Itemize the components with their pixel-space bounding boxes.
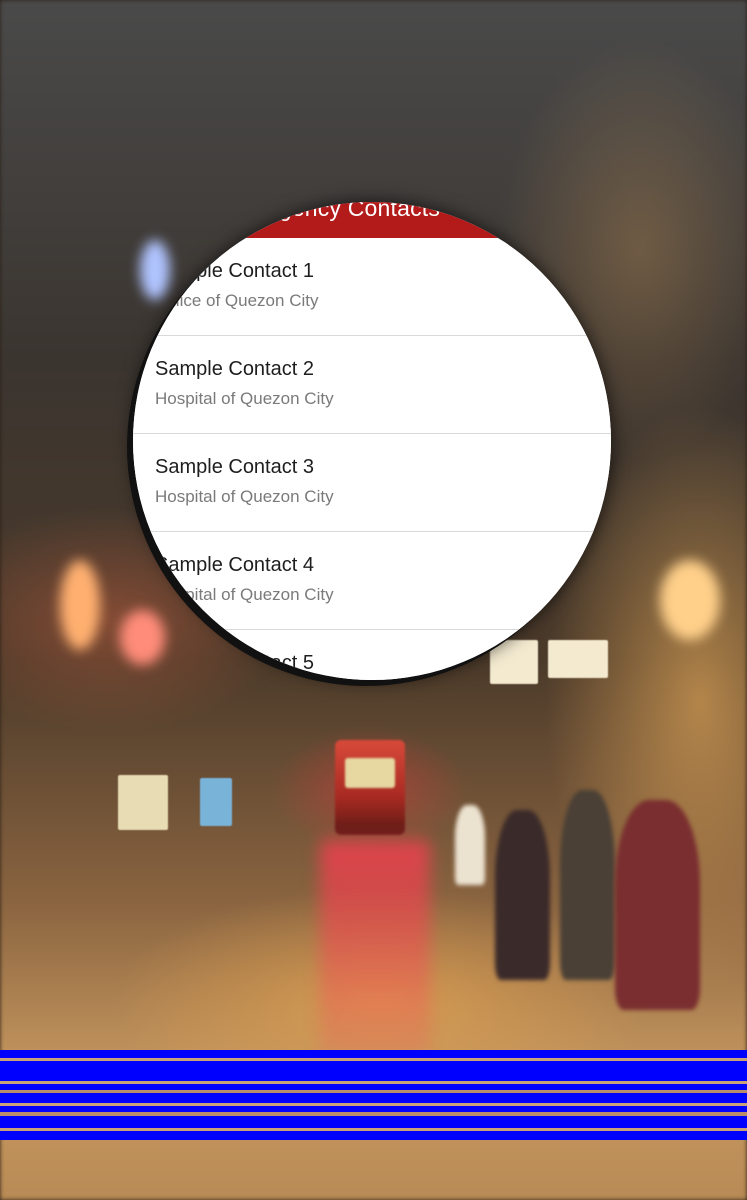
page-title: Emergency Contacts	[223, 202, 441, 221]
contact-name: Sample Contact 1	[155, 260, 314, 282]
magnifier-lens: Emergency Contacts Sample Contact 1 Poli…	[133, 202, 611, 680]
contact-list: Sample Contact 1 Police of Quezon City S…	[133, 238, 611, 680]
stripe	[0, 1067, 747, 1081]
glitch-stripes	[0, 1050, 747, 1142]
pedestrian	[615, 800, 700, 1010]
list-item[interactable]: Sample Contact 5	[133, 630, 611, 680]
screen: Emergency Contacts Sample Contact 1 Poli…	[0, 0, 747, 1200]
app-bar: Emergency Contacts	[133, 202, 611, 238]
stripe	[0, 1050, 747, 1058]
rail-reflection	[320, 840, 430, 1060]
contact-name: Sample Contact 3	[155, 456, 314, 478]
tram-window	[345, 758, 395, 788]
contact-name: Sample Contact 4	[155, 554, 314, 576]
pedestrian	[495, 810, 550, 980]
shop-sign	[118, 775, 168, 830]
contact-detail: Hospital of Quezon City	[155, 389, 334, 408]
contact-name: Sample Contact 2	[155, 358, 314, 380]
list-item[interactable]: Sample Contact 2 Hospital of Quezon City	[133, 336, 611, 434]
stripe	[0, 1093, 747, 1103]
shop-sign	[200, 778, 232, 826]
contact-name: Sample Contact 5	[155, 652, 314, 674]
contact-detail: Hospital of Quezon City	[155, 585, 334, 604]
lamp-glow	[60, 560, 100, 650]
stripe	[0, 1131, 747, 1140]
list-item[interactable]: Sample Contact 4 Hospital of Quezon City	[133, 532, 611, 630]
pedestrian	[455, 805, 485, 885]
contact-detail: Hospital of Quezon City	[155, 487, 334, 506]
lamp-glow	[660, 560, 720, 640]
contact-detail: Police of Quezon City	[155, 291, 319, 310]
pedestrian	[560, 790, 615, 980]
list-item[interactable]: Sample Contact 1 Police of Quezon City	[133, 238, 611, 336]
stripe	[0, 1116, 747, 1128]
list-item[interactable]: Sample Contact 3 Hospital of Quezon City	[133, 434, 611, 532]
